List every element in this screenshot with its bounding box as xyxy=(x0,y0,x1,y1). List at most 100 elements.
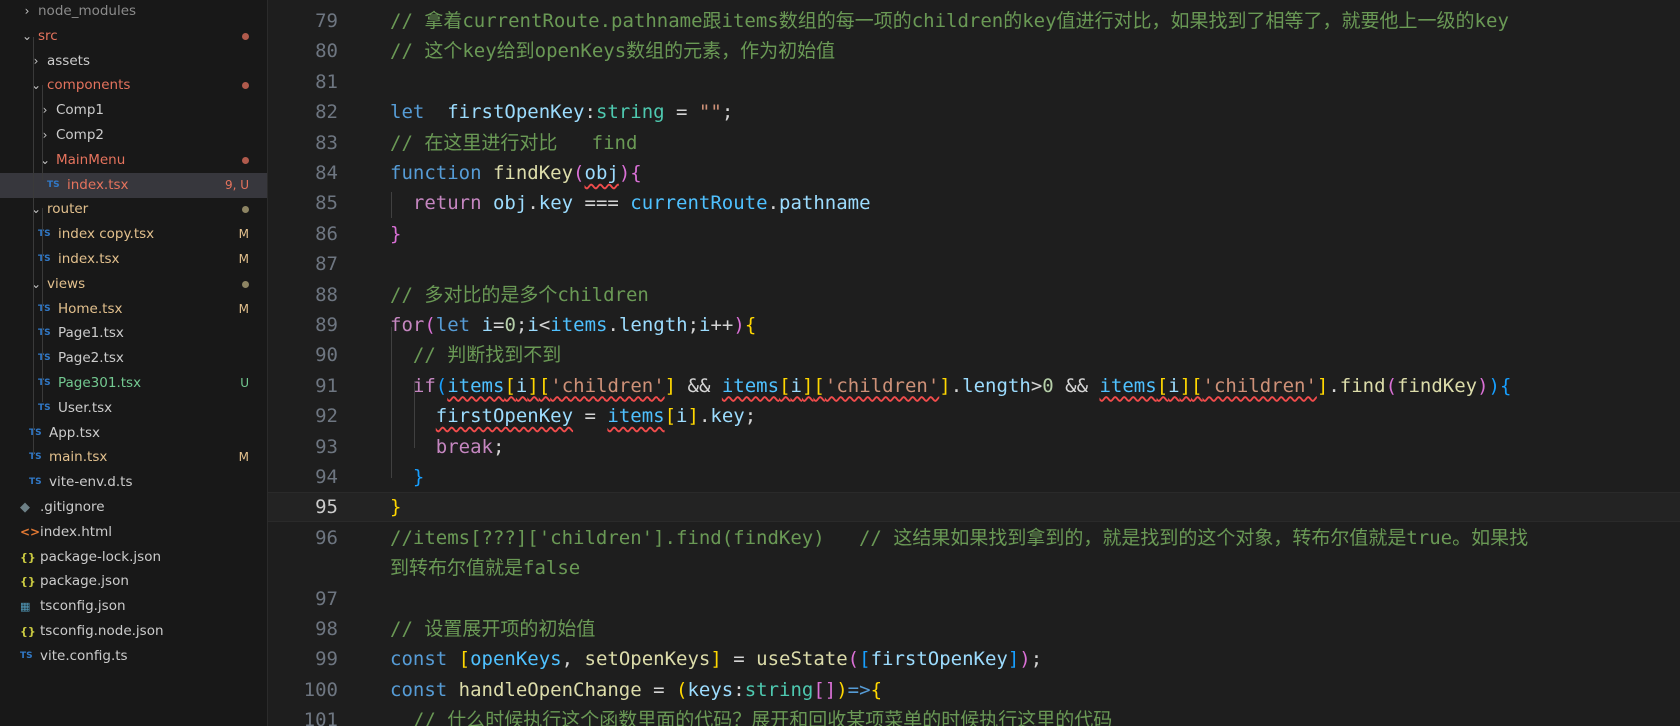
code-token: i xyxy=(790,374,802,397)
tree-file[interactable]: TS Page2.tsx xyxy=(0,346,267,371)
code-token: ( xyxy=(1385,374,1398,397)
code-token: = xyxy=(573,405,608,428)
code-line[interactable]: 93 break; xyxy=(268,432,1680,462)
tree-file[interactable]: TS User.tsx xyxy=(0,396,267,421)
ts-file-icon: TS xyxy=(38,328,51,339)
code-token: pathname xyxy=(779,192,871,215)
tree-folder[interactable]: ⌄ views xyxy=(0,272,267,297)
code-line[interactable]: 86} xyxy=(268,219,1680,249)
tree-item-label: index copy.tsx xyxy=(58,226,155,243)
code-line[interactable]: 89 for(let i=0;i<items.length;i++){ xyxy=(268,310,1680,340)
code-token: ; xyxy=(687,314,700,336)
tree-file[interactable]: TS Page1.tsx xyxy=(0,321,267,346)
chevron-down-icon[interactable]: ⌄ xyxy=(29,272,43,297)
code-token: const xyxy=(390,678,448,701)
code-token: [ xyxy=(1156,374,1169,397)
code-token: setOpenKeys xyxy=(584,648,711,671)
tree-item-label: node_modules xyxy=(38,3,137,19)
code-line[interactable]: 到转布尔值就是false xyxy=(268,553,1680,583)
code-line[interactable]: 91 if(items[i]['children'] && items[i]['… xyxy=(268,371,1680,401)
code-token: 0 xyxy=(504,314,516,336)
chevron-down-icon[interactable]: ⌄ xyxy=(29,197,43,222)
code-text: // 多对比的是多个children xyxy=(390,280,649,310)
tree-file[interactable]: TS App.tsx xyxy=(0,421,267,446)
tree-folder[interactable]: › Comp1 xyxy=(0,98,267,123)
tree-folder[interactable]: ⌄ router xyxy=(0,197,267,222)
code-line[interactable]: 84 function findKey(obj){ xyxy=(268,158,1680,188)
code-line[interactable]: 80 // 这个key给到openKeys数组的元素，作为初始值 xyxy=(268,36,1680,66)
tree-file[interactable]: ◆ .gitignore xyxy=(0,495,267,520)
chevron-right-icon[interactable]: › xyxy=(20,0,34,24)
code-line[interactable]: 100 const handleOpenChange = (keys:string… xyxy=(268,675,1680,705)
code-token: 'children' xyxy=(824,374,940,397)
code-line[interactable]: 94 } xyxy=(268,462,1680,492)
code-token: return xyxy=(412,192,482,215)
code-line[interactable]: 99 const [openKeys, setOpenKeys] = useSta… xyxy=(268,644,1680,674)
tree-folder[interactable]: ⌄ components xyxy=(0,73,267,98)
code-line[interactable]: 88 // 多对比的是多个children xyxy=(268,280,1680,310)
tree-folder[interactable]: ⌄ MainMenu xyxy=(0,148,267,173)
code-line[interactable]: 82 let firstOpenKey:string = ""; xyxy=(268,97,1680,127)
code-line[interactable]: 92 firstOpenKey = items[i].key; xyxy=(268,401,1680,431)
code-line[interactable]: 83 // 在这里进行对比 find xyxy=(268,128,1680,158)
tree-file[interactable]: TS index.tsx 9, U xyxy=(0,172,267,198)
code-token: findKey xyxy=(1397,374,1478,397)
tree-item-label: Comp2 xyxy=(56,127,104,143)
code-line[interactable]: 87 xyxy=(268,249,1680,279)
line-number: 92 xyxy=(315,405,338,428)
indent-guide xyxy=(33,37,34,455)
chevron-right-icon[interactable]: › xyxy=(29,49,43,74)
tree-file[interactable]: {} package-lock.json xyxy=(0,545,267,570)
chevron-right-icon[interactable]: › xyxy=(38,123,52,148)
tree-file[interactable]: ▦ tsconfig.json xyxy=(0,594,267,619)
code-line[interactable]: 97 xyxy=(268,584,1680,614)
code-token: // 判断找到不到 xyxy=(412,344,562,367)
git-status-badge: M xyxy=(238,301,249,316)
tree-file[interactable]: TS index copy.tsx M xyxy=(0,222,267,247)
code-line[interactable]: 90 // 判断找到不到 xyxy=(268,340,1680,370)
tree-folder[interactable]: › assets xyxy=(0,49,267,74)
code-line[interactable]: 101 // 什么时候执行这个函数里面的代码？展开和回收某项菜单的时候执行这里的… xyxy=(268,705,1680,726)
tree-folder[interactable]: › Comp2 xyxy=(0,123,267,148)
code-token: => xyxy=(847,678,871,701)
tree-folder[interactable]: ⌄ src xyxy=(0,24,267,49)
code-line[interactable]: 98 // 设置展开项的初始值 xyxy=(268,614,1680,644)
git-status-badge: U xyxy=(240,376,249,390)
chevron-down-icon[interactable]: ⌄ xyxy=(20,24,34,49)
tree-file[interactable]: TS main.tsx M xyxy=(0,445,267,470)
code-token: handleOpenChange xyxy=(458,678,642,701)
chevron-down-icon[interactable]: ⌄ xyxy=(38,148,52,173)
modified-dot xyxy=(242,156,249,164)
code-token: ) xyxy=(1019,648,1031,671)
code-token: items xyxy=(447,374,505,397)
code-token: for xyxy=(390,314,425,336)
chevron-right-icon[interactable]: › xyxy=(38,98,52,123)
code-token: 'children' xyxy=(1202,374,1317,397)
code-line[interactable]: 81 xyxy=(268,67,1680,97)
tree-file[interactable]: TS Home.tsx M xyxy=(0,297,267,322)
code-text: //items[???]['children'].find(findKey) /… xyxy=(390,523,1528,553)
chevron-down-icon[interactable]: ⌄ xyxy=(29,73,43,98)
code-token: [ xyxy=(538,374,551,397)
tree-file[interactable]: {} tsconfig.node.json xyxy=(0,619,267,644)
code-token: = xyxy=(721,648,757,671)
code-line[interactable]: 85 return obj.key === currentRoute.pathn… xyxy=(268,188,1680,218)
tree-file[interactable]: TS Page301.tsx U xyxy=(0,371,267,396)
tree-folder[interactable]: › node_modules xyxy=(0,0,267,24)
code-line[interactable]: 96 //items[???]['children'].find(findKey)… xyxy=(268,523,1680,553)
tree-item-label: vite-env.d.ts xyxy=(49,474,133,491)
tree-file[interactable]: TS index.tsx M xyxy=(0,247,267,272)
code-line[interactable]: 79 // 拿着currentRoute.pathname跟items数组的每一项… xyxy=(268,6,1680,36)
code-token: } xyxy=(412,466,425,488)
code-editor[interactable]: 79 // 拿着currentRoute.pathname跟items数组的每一项… xyxy=(268,0,1680,726)
ts-file-icon: TS xyxy=(29,427,42,438)
code-token: firstOpenKey xyxy=(435,405,574,428)
tree-file[interactable]: TS vite.config.ts xyxy=(0,644,267,669)
tree-file[interactable]: <>index.html xyxy=(0,520,267,545)
tree-file[interactable]: TS vite-env.d.ts xyxy=(0,470,267,495)
tree-file[interactable]: {} package.json xyxy=(0,569,267,594)
code-line[interactable]: 95} xyxy=(268,492,1680,523)
